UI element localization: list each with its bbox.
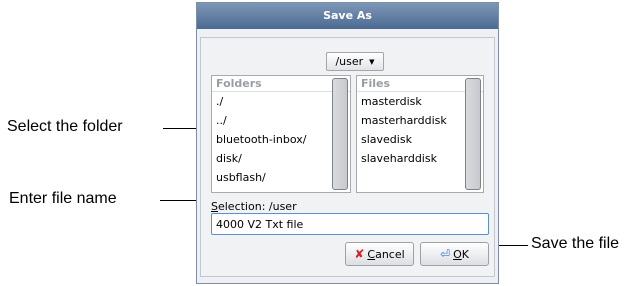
chevron-down-icon: ▼ <box>369 57 375 66</box>
cancel-x-icon: ✘ <box>354 247 365 261</box>
annotation-enter-file-name: Enter file name <box>9 190 117 207</box>
annotation-save-file: Save the file <box>531 235 620 252</box>
return-arrow-icon: ⏎ <box>440 247 451 261</box>
folder-item[interactable]: ./ <box>212 92 350 111</box>
ok-button[interactable]: ⏎ OK <box>420 242 489 266</box>
directory-dropdown-value: /user <box>335 55 364 68</box>
folder-item[interactable]: usbflash/ <box>212 168 350 187</box>
selection-label: Selection: /user <box>211 200 297 213</box>
folders-scrollbar[interactable] <box>332 78 348 190</box>
directory-dropdown[interactable]: /user ▼ <box>326 52 384 71</box>
folders-list: Folders ./ ../ bluetooth-inbox/ disk/ us… <box>211 75 351 193</box>
selection-mnemonic: S <box>211 200 218 213</box>
file-name-input[interactable] <box>211 213 489 235</box>
folder-item[interactable]: disk/ <box>212 149 350 168</box>
cancel-label: Cancel <box>367 247 405 261</box>
files-scrollbar[interactable] <box>465 78 481 190</box>
selection-text: election: /user <box>217 200 297 213</box>
dialog-body: /user ▼ Folders ./ ../ bluetooth-inbox/ … <box>200 37 495 277</box>
folder-item[interactable]: bluetooth-inbox/ <box>212 130 350 149</box>
dialog-title: Save As <box>197 3 498 29</box>
annotation-select-folder: Select the folder <box>7 118 123 135</box>
cancel-button[interactable]: ✘ Cancel <box>345 242 414 266</box>
save-as-dialog: Save As /user ▼ Folders ./ ../ bluetooth… <box>196 2 499 284</box>
folders-header: Folders <box>212 76 350 92</box>
files-list: Files masterdisk masterharddisk slavedis… <box>356 75 484 193</box>
folder-item[interactable]: ../ <box>212 111 350 130</box>
ok-label: OK <box>453 247 469 261</box>
